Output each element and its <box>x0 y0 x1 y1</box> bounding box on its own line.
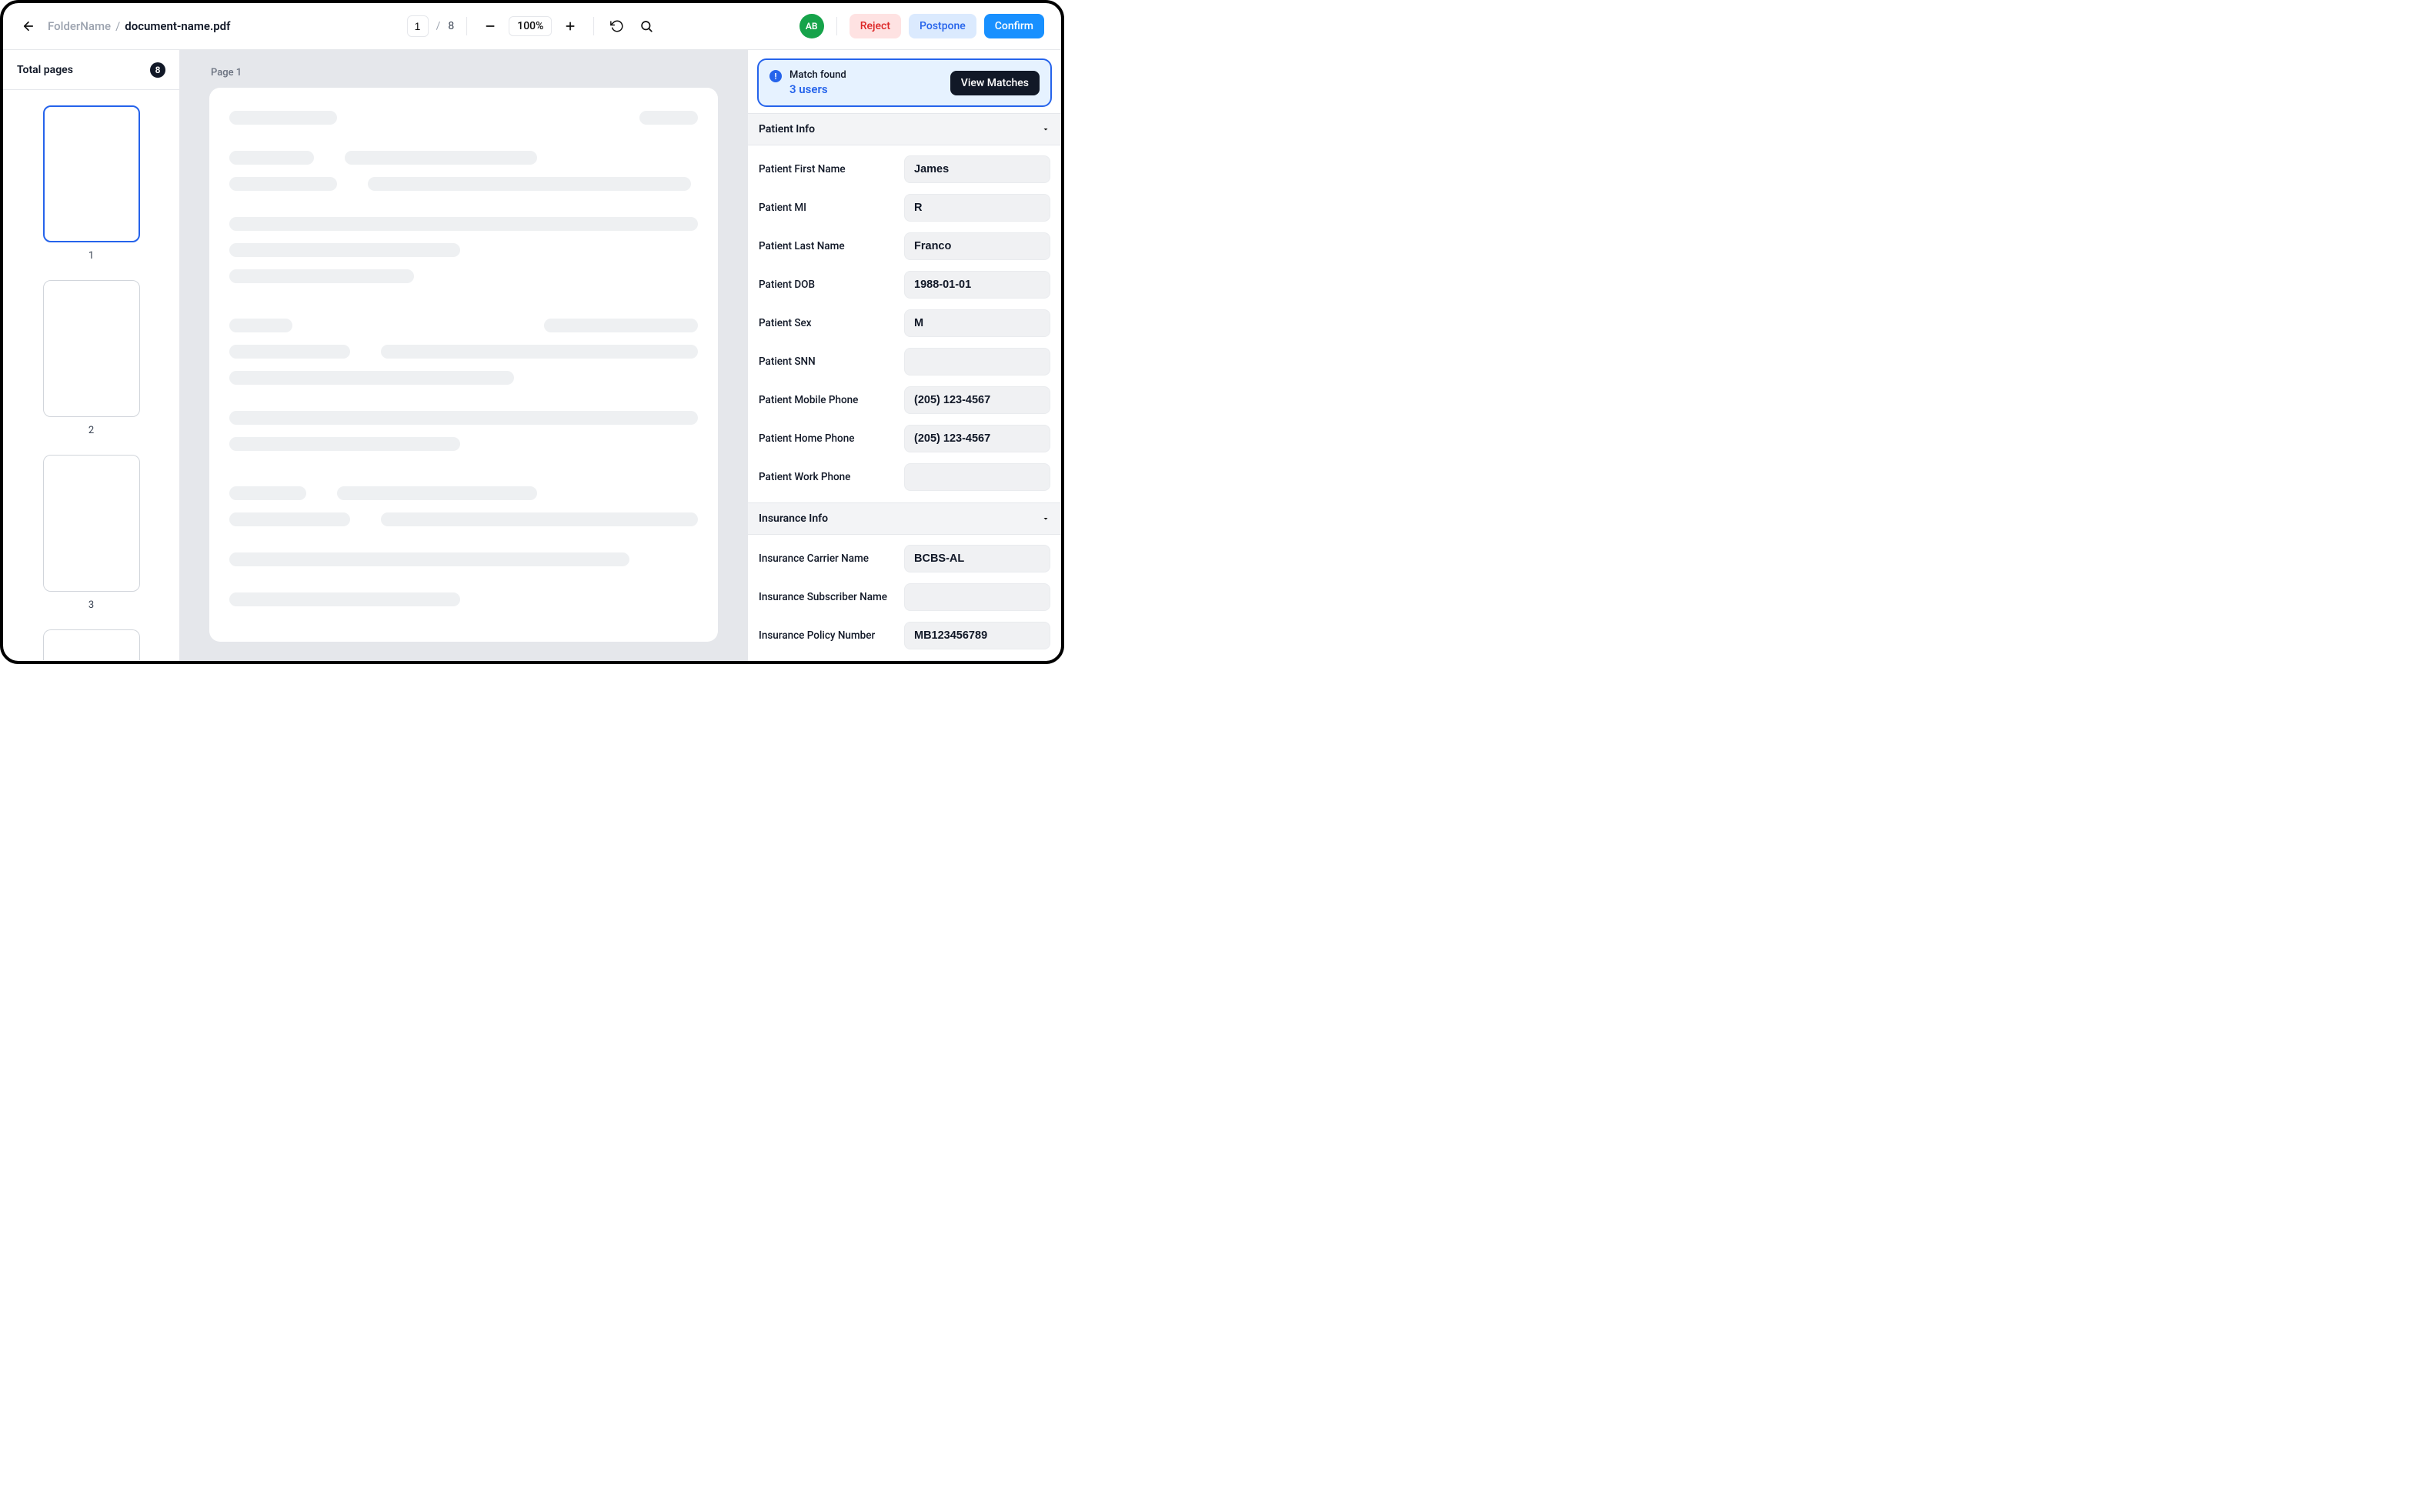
field-row: Patient Sex <box>757 304 1052 342</box>
field-input[interactable] <box>904 309 1050 337</box>
chevron-down-icon <box>1041 514 1050 523</box>
field-label: Insurance Policy Number <box>759 629 895 642</box>
section-title: Patient Info <box>759 123 815 135</box>
breadcrumb-separator: / <box>115 19 120 33</box>
field-row: Patient Work Phone <box>757 458 1052 496</box>
divider <box>593 17 594 35</box>
page-thumbnail-3[interactable] <box>43 455 140 592</box>
section-body-insurance-info: Insurance Carrier Name Insurance Subscrib… <box>757 535 1052 661</box>
page-thumbnail-1[interactable] <box>43 105 140 242</box>
zoom-value[interactable]: 100% <box>509 16 552 36</box>
field-label: Patient Home Phone <box>759 432 895 445</box>
minus-icon <box>484 20 496 32</box>
breadcrumb-file: document-name.pdf <box>125 19 230 33</box>
divider <box>466 17 467 35</box>
match-subtitle: 3 users <box>789 82 846 96</box>
field-input[interactable] <box>904 463 1050 491</box>
document-page <box>209 88 718 642</box>
page-separator: / <box>436 20 441 32</box>
section-title: Insurance Info <box>759 512 828 525</box>
field-input[interactable] <box>904 660 1050 661</box>
breadcrumb: FolderName / document-name.pdf <box>48 19 230 33</box>
view-matches-button[interactable]: View Matches <box>950 71 1040 95</box>
field-row: Patient First Name <box>757 150 1052 189</box>
page-count-badge: 8 <box>150 62 165 78</box>
confirm-button[interactable]: Confirm <box>984 14 1044 38</box>
document-viewer[interactable]: Page 1 <box>180 50 747 661</box>
field-row: Patient DOB <box>757 265 1052 304</box>
field-row: Patient SNN <box>757 342 1052 381</box>
field-input[interactable] <box>904 425 1050 452</box>
plus-icon <box>564 20 576 32</box>
field-input[interactable] <box>904 583 1050 611</box>
caret-down-icon <box>1041 514 1050 523</box>
field-label: Patient Sex <box>759 317 895 329</box>
breadcrumb-folder[interactable]: FolderName <box>48 19 111 33</box>
thumbnail-label: 3 <box>88 599 94 611</box>
field-row: Insurance Policy Number <box>757 616 1052 655</box>
section-header-insurance-info[interactable]: Insurance Info <box>748 502 1061 535</box>
zoom-out-button[interactable] <box>479 15 501 37</box>
field-input[interactable] <box>904 545 1050 572</box>
field-label: Patient First Name <box>759 163 895 175</box>
page-thumbnail-2[interactable] <box>43 280 140 417</box>
field-label: Patient Work Phone <box>759 471 895 483</box>
field-input[interactable] <box>904 386 1050 414</box>
thumbnail-label: 2 <box>88 425 94 436</box>
sidebar-title: Total pages <box>17 64 73 76</box>
thumbnail-list[interactable]: 1 2 3 <box>3 90 179 661</box>
field-label: Patient Last Name <box>759 240 895 252</box>
section-body-patient-info: Patient First Name Patient MI Patient Last… <box>757 145 1052 502</box>
field-label: Patient MI <box>759 202 895 214</box>
field-row: Insurance Group Number <box>757 655 1052 661</box>
section-header-patient-info[interactable]: Patient Info <box>748 113 1061 145</box>
field-input[interactable] <box>904 155 1050 183</box>
field-row: Patient Home Phone <box>757 419 1052 458</box>
back-button[interactable] <box>20 18 37 35</box>
field-row: Patient MI <box>757 189 1052 227</box>
zoom-in-button[interactable] <box>559 15 581 37</box>
info-icon: ! <box>769 70 782 82</box>
page-number-input[interactable] <box>407 15 429 37</box>
field-label: Insurance Carrier Name <box>759 552 895 565</box>
field-input[interactable] <box>904 348 1050 375</box>
field-label: Patient SNN <box>759 355 895 368</box>
search-button[interactable] <box>636 15 657 37</box>
match-banner: ! Match found 3 users View Matches <box>757 58 1052 107</box>
field-input[interactable] <box>904 622 1050 649</box>
details-panel: ! Match found 3 users View Matches Patie… <box>747 50 1061 661</box>
thumbnail-label: 1 <box>88 250 94 262</box>
match-title: Match found <box>789 69 846 81</box>
search-icon <box>639 19 653 33</box>
field-row: Patient Last Name <box>757 227 1052 265</box>
divider <box>836 17 837 35</box>
field-row: Patient Mobile Phone <box>757 381 1052 419</box>
field-input[interactable] <box>904 194 1050 222</box>
page-label: Page 1 <box>211 67 718 78</box>
field-label: Patient DOB <box>759 279 895 291</box>
page-thumbnail-4[interactable] <box>43 629 140 660</box>
rotate-ccw-icon <box>610 19 624 33</box>
user-avatar[interactable]: AB <box>799 14 824 38</box>
field-row: Insurance Carrier Name <box>757 539 1052 578</box>
field-input[interactable] <box>904 232 1050 260</box>
field-label: Patient Mobile Phone <box>759 394 895 406</box>
rotate-button[interactable] <box>606 15 628 37</box>
reject-button[interactable]: Reject <box>850 14 901 38</box>
thumbnail-sidebar: Total pages 8 1 2 3 <box>3 50 180 661</box>
postpone-button[interactable]: Postpone <box>909 14 976 38</box>
chevron-down-icon <box>1041 125 1050 134</box>
field-label: Insurance Subscriber Name <box>759 591 895 603</box>
page-total: 8 <box>448 20 454 32</box>
caret-down-icon <box>1041 125 1050 134</box>
field-row: Insurance Subscriber Name <box>757 578 1052 616</box>
field-input[interactable] <box>904 271 1050 299</box>
arrow-left-icon <box>22 19 35 33</box>
